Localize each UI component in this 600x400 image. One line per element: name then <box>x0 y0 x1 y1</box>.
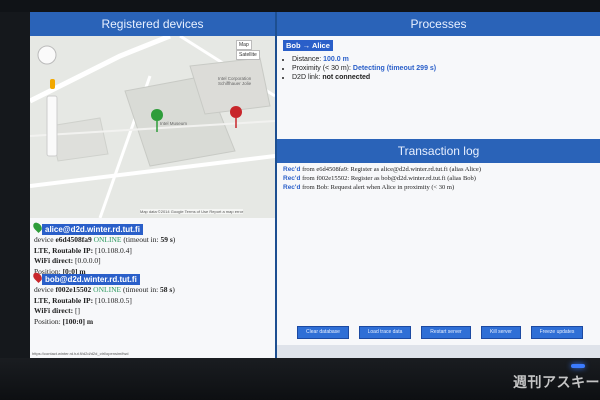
device-list: alice@d2d.winter.rd.tut.fi device e6d450… <box>30 218 275 358</box>
watermark: 週刊アスキー <box>513 375 600 391</box>
log-rec-label: Rec'd <box>283 175 301 182</box>
process-pair[interactable]: Bob → Alice <box>283 40 333 51</box>
clear-database-button[interactable]: Clear database <box>297 326 349 339</box>
log-rec-label: Rec'd <box>283 184 301 191</box>
load-trace-button[interactable]: Load trace data <box>359 326 411 339</box>
device-name[interactable]: bob@d2d.winter.rd.tut.fi <box>42 274 140 285</box>
d2d-link-item: D2D link: not connected <box>292 73 594 82</box>
proximity-label: Proximity (< 30 m): <box>292 65 351 72</box>
timeout-value: 59 s <box>160 235 173 244</box>
power-led <box>571 364 585 368</box>
map-attribution: Map data ©2014 Google Terms of Use Repor… <box>140 209 244 214</box>
network-label: LTE, Routable IP: <box>34 245 94 255</box>
transaction-log: Rec'd from e6d4508fa9: Register as alice… <box>277 163 600 194</box>
network-label: LTE, Routable IP: <box>34 295 94 305</box>
process-details: Distance: 100.0 m Proximity (< 30 m): De… <box>283 55 594 82</box>
log-text: from f002e15502: Register as bob@d2d.win… <box>300 175 476 182</box>
status-bar-url: https://contact.winter.rd.tut.fi/d2d/d2d… <box>32 351 129 356</box>
distance-item: Distance: 100.0 m <box>292 55 594 64</box>
position-label: Position: <box>34 316 61 326</box>
device-prefix: device <box>34 235 54 244</box>
wifi-direct-label: WiFi direct: <box>34 306 74 315</box>
device-id: f002e15502 <box>55 285 92 294</box>
registered-devices-header: Registered devices <box>30 12 275 36</box>
timeout-value: 58 s <box>160 285 173 294</box>
proximity-value: Detecting (timeout 299 s) <box>352 65 437 72</box>
map-markers <box>151 106 242 132</box>
right-panel: Processes Bob → Alice Distance: 100.0 m … <box>277 12 600 358</box>
wifi-direct-value: [0.0.0.0] <box>74 256 101 265</box>
log-entry: Rec'd from e6d4508fa9: Register as alice… <box>283 165 600 174</box>
log-entry: Rec'd from f002e15502: Register as bob@d… <box>283 174 600 183</box>
log-rec-label: Rec'd <box>283 166 301 173</box>
proximity-item: Proximity (< 30 m): Detecting (timeout 2… <box>292 64 594 73</box>
freeze-updates-button[interactable]: Freeze updates <box>531 326 583 339</box>
ip-address: [10.108.0.5] <box>95 295 132 305</box>
device-entry-alice: alice@d2d.winter.rd.tut.fi device e6d450… <box>31 220 272 277</box>
timeout-label: (timeout in: <box>122 285 159 294</box>
registered-devices-panel: Registered devices Intel Corporation Sch… <box>30 12 277 358</box>
log-text: from Bob: Request alert when Alice in pr… <box>300 184 455 191</box>
device-id: e6d4508fa9 <box>55 235 92 244</box>
transaction-log-header: Transaction log <box>277 139 600 163</box>
ip-address: [10.108.0.4] <box>95 245 132 255</box>
processes-header: Processes <box>277 12 600 36</box>
online-status: ONLINE <box>93 235 122 244</box>
alice-map-marker <box>151 109 163 121</box>
wifi-direct-value: [] <box>74 306 80 315</box>
distance-label: Distance: <box>292 56 322 63</box>
bob-map-marker <box>230 106 242 118</box>
map-view[interactable]: Intel Corporation Schiffhauer Jolie Inte… <box>30 36 275 218</box>
position-value: [100:0] m <box>62 316 94 326</box>
log-entry: Rec'd from Bob: Request alert when Alice… <box>283 183 600 192</box>
device-name[interactable]: alice@d2d.winter.rd.tut.fi <box>42 224 143 235</box>
d2d-link-value: not connected <box>322 74 371 81</box>
screen: Registered devices Intel Corporation Sch… <box>30 12 600 358</box>
d2d-link-label: D2D link: <box>292 74 321 81</box>
wifi-direct-label: WiFi direct: <box>34 256 74 265</box>
process-section: Bob → Alice Distance: 100.0 m Proximity … <box>277 36 600 86</box>
timeout-label: (timeout in: <box>123 235 159 244</box>
bottom-strip <box>277 345 600 358</box>
restart-server-button[interactable]: Restart server <box>421 326 471 339</box>
online-status: ONLINE <box>93 285 122 294</box>
device-entry-bob: bob@d2d.winter.rd.tut.fi device f002e155… <box>31 270 272 327</box>
log-text: from e6d4508fa9: Register as alice@d2d.w… <box>300 166 481 173</box>
kill-server-button[interactable]: Kill server <box>481 326 521 339</box>
distance-value: 100.0 m <box>323 56 349 63</box>
device-prefix: device <box>34 285 54 294</box>
monitor-bezel-top <box>0 0 600 12</box>
monitor-bezel-bottom <box>0 358 600 400</box>
control-button-bar: Clear database Load trace data Restart s… <box>277 322 600 344</box>
